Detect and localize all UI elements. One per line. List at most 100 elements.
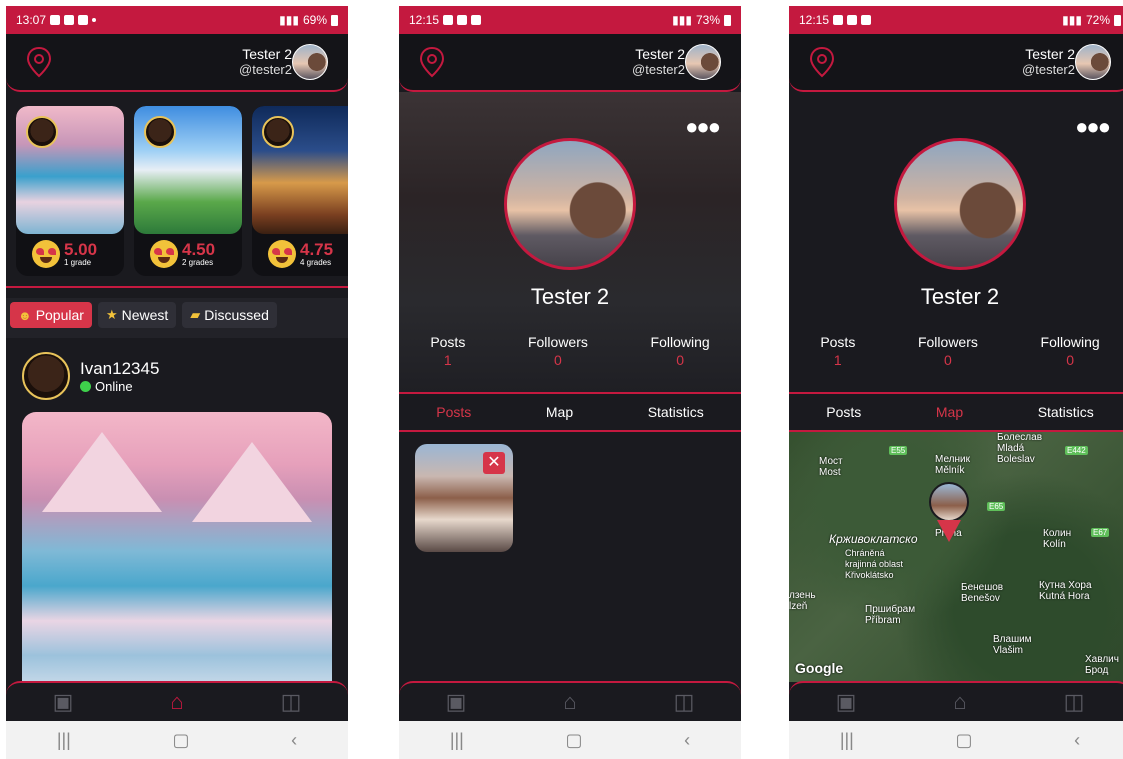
map-label: Бенешов Benešov — [961, 582, 1004, 604]
recents-icon[interactable]: ||| — [57, 730, 71, 751]
tab-map[interactable]: Map — [546, 404, 573, 420]
map-label: Мост Most — [819, 456, 843, 478]
filter-newest[interactable]: ★ Newest — [97, 302, 177, 328]
map-icon[interactable]: ◫ — [278, 690, 304, 714]
map-pin-icon[interactable] — [937, 520, 961, 542]
home-button-icon[interactable]: ▢ — [172, 730, 189, 751]
star-eyes-emoji-icon — [268, 240, 296, 268]
post-image[interactable] — [22, 412, 332, 702]
map-view[interactable]: Мост Most Мелник Mělník Болеслав Mladá B… — [789, 432, 1123, 682]
bottom-nav: ▣ ⌂ ◫ — [6, 681, 348, 721]
stat-label: Following — [650, 334, 710, 350]
user-name: Tester 2 — [242, 46, 292, 62]
map-label: Хавлич Брод — [1085, 654, 1119, 676]
back-icon[interactable]: ‹ — [684, 730, 690, 751]
add-photo-icon[interactable]: ▣ — [443, 690, 469, 714]
story-image — [134, 106, 242, 234]
tab-posts[interactable]: Posts — [826, 404, 861, 420]
app-header: Tester 2 @tester2 — [6, 34, 348, 92]
delete-icon[interactable]: ✕ — [483, 452, 505, 474]
filter-popular[interactable]: ☻ Popular — [10, 302, 92, 328]
back-icon[interactable]: ‹ — [291, 730, 297, 751]
avatar[interactable] — [1075, 44, 1111, 80]
dot-icon — [92, 18, 97, 22]
tab-statistics[interactable]: Statistics — [648, 404, 704, 420]
location-logo-icon[interactable] — [809, 46, 835, 78]
stat-following[interactable]: Following 0 — [651, 334, 710, 368]
system-nav: ||| ▢ ‹ — [789, 721, 1123, 759]
story-card[interactable]: 4.75 4 grades — [252, 106, 348, 276]
map-label: Мелник Mělník — [935, 454, 970, 476]
stat-posts[interactable]: Posts 1 — [430, 334, 465, 368]
location-logo-icon[interactable] — [26, 46, 52, 78]
story-avatar — [144, 116, 176, 148]
signal-icon: ▮▮▮ — [279, 13, 299, 27]
home-button-icon[interactable]: ▢ — [565, 730, 582, 751]
profile-stats: Posts 1 Followers 0 Following 0 — [399, 334, 741, 368]
avatar[interactable] — [685, 44, 721, 80]
more-options-icon[interactable]: ●●● — [1075, 114, 1111, 140]
map-icon[interactable]: ◫ — [671, 690, 697, 714]
profile-stats: Posts 1 Followers 0 Following 0 — [789, 334, 1123, 368]
stat-following[interactable]: Following 0 — [1041, 334, 1100, 368]
profile-avatar[interactable] — [894, 138, 1026, 270]
bottom-nav: ▣ ⌂ ◫ — [399, 681, 741, 721]
more-options-icon[interactable]: ●●● — [685, 114, 721, 140]
post-username: Ivan12345 — [80, 358, 160, 378]
post-author[interactable]: Ivan12345 Online — [22, 352, 159, 400]
story-card[interactable]: 4.50 2 grades — [134, 106, 242, 276]
filter-label: Newest — [121, 307, 169, 323]
user-info[interactable]: Tester 2 @tester2 — [632, 46, 685, 78]
home-icon[interactable]: ⌂ — [164, 690, 190, 714]
map-label: Влашим Vlašim — [993, 634, 1032, 656]
story-rating: 4.50 2 grades — [150, 240, 215, 268]
signal-icon: ▮▮▮ — [1062, 13, 1082, 27]
post-thumbnail[interactable]: ✕ — [415, 444, 513, 552]
rating-value: 4.50 — [182, 239, 216, 259]
profile-name: Tester 2 — [530, 284, 610, 309]
user-info[interactable]: Tester 2 @tester2 — [1022, 46, 1075, 78]
status-bar: 12:15 ▮▮▮ 72% — [789, 6, 1123, 34]
stat-followers[interactable]: Followers 0 — [528, 334, 588, 368]
user-handle: @tester2 — [239, 62, 292, 77]
add-photo-icon[interactable]: ▣ — [50, 690, 76, 714]
user-name: Tester 2 — [1025, 46, 1075, 62]
map-pin-photo[interactable] — [929, 482, 969, 522]
battery-icon — [724, 14, 731, 26]
stat-posts[interactable]: Posts 1 — [820, 334, 855, 368]
location-logo-icon[interactable] — [419, 46, 445, 78]
clock: 12:15 — [799, 13, 830, 27]
story-image — [16, 106, 124, 234]
recents-icon[interactable]: ||| — [450, 730, 464, 751]
tab-posts[interactable]: Posts — [436, 404, 471, 420]
tab-map[interactable]: Map — [936, 404, 963, 420]
back-icon[interactable]: ‹ — [1074, 730, 1080, 751]
map-label: лзень lzeň — [789, 590, 816, 612]
recents-icon[interactable]: ||| — [840, 730, 854, 751]
post-status: Online — [80, 379, 159, 394]
add-photo-icon[interactable]: ▣ — [833, 690, 859, 714]
gallery-icon — [443, 15, 454, 25]
snapchat-icon — [78, 15, 89, 25]
profile-avatar[interactable] — [504, 138, 636, 270]
signal-icon: ▮▮▮ — [672, 13, 692, 27]
user-handle: @tester2 — [632, 62, 685, 77]
story-avatar — [262, 116, 294, 148]
avatar[interactable] — [292, 44, 328, 80]
home-icon[interactable]: ⌂ — [947, 690, 973, 714]
stat-label: Following — [1040, 334, 1100, 350]
map-icon[interactable]: ◫ — [1061, 690, 1087, 714]
profile-tabs: Posts Map Statistics — [789, 392, 1123, 432]
stat-followers[interactable]: Followers 0 — [918, 334, 978, 368]
story-card[interactable]: 5.00 1 grade — [16, 106, 124, 276]
filter-discussed[interactable]: ▰ Discussed — [182, 302, 277, 328]
phone-profile-posts-screen: 12:15 ▮▮▮ 73% Tester 2 @tester2 ●●● Test… — [399, 6, 741, 759]
rating-value: 4.75 — [300, 239, 334, 259]
star-eyes-emoji-icon — [150, 240, 178, 268]
home-button-icon[interactable]: ▢ — [955, 730, 972, 751]
tab-statistics[interactable]: Statistics — [1038, 404, 1094, 420]
mountain-shape — [42, 432, 162, 512]
home-icon[interactable]: ⌂ — [557, 690, 583, 714]
user-info[interactable]: Tester 2 @tester2 — [239, 46, 292, 78]
system-nav: ||| ▢ ‹ — [6, 721, 348, 759]
